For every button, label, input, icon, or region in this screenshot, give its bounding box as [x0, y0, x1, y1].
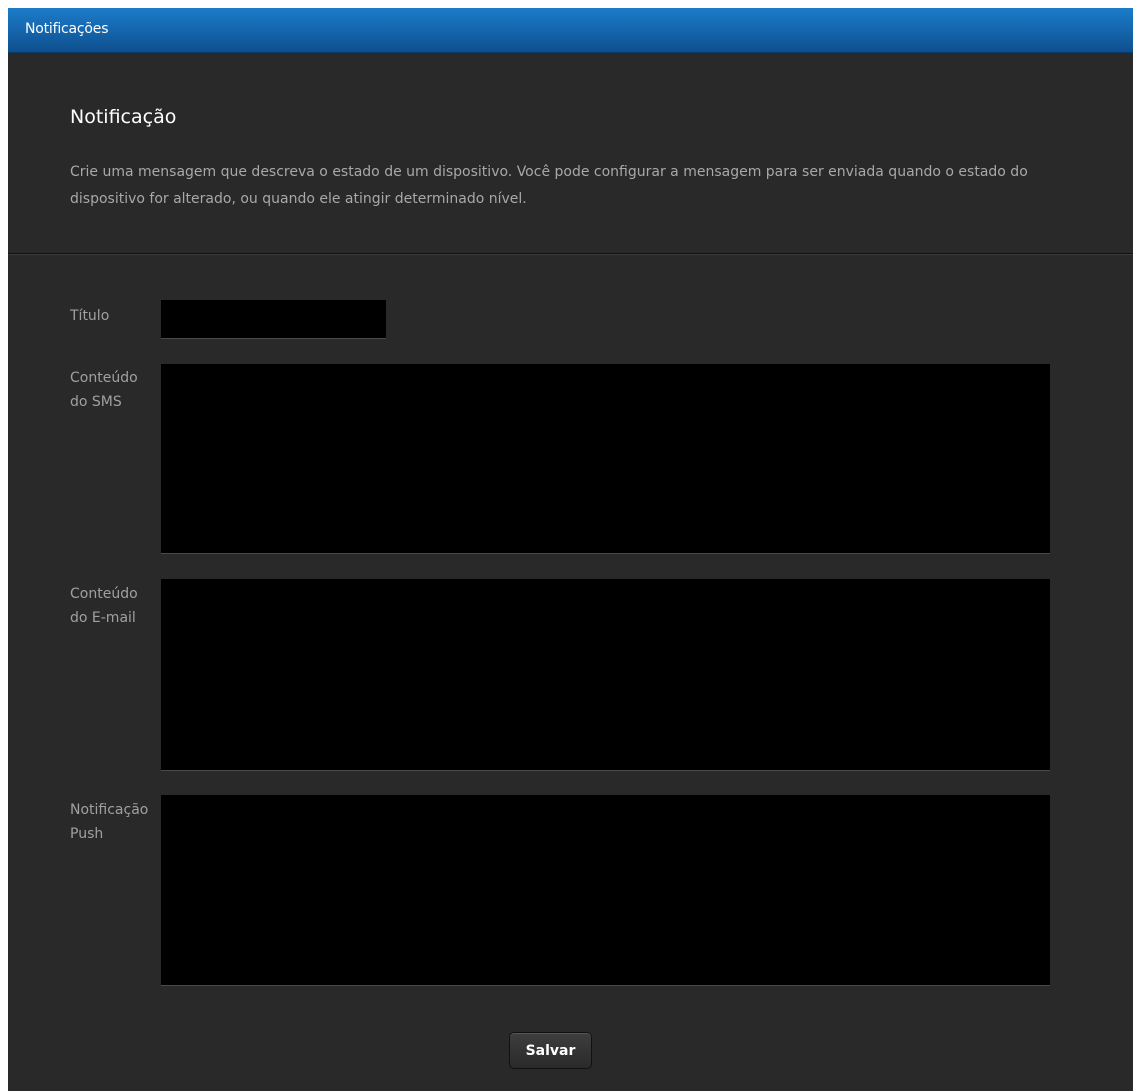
- sms-label: Conteúdo do SMS: [70, 366, 138, 414]
- push-label: Notificação Push: [70, 798, 148, 846]
- section-heading: Notificação: [70, 106, 177, 128]
- email-label: Conteúdo do E-mail: [70, 582, 138, 630]
- email-label-line2: do E-mail: [70, 610, 136, 626]
- sms-label-line2: do SMS: [70, 394, 122, 410]
- sms-label-line1: Conteúdo: [70, 370, 138, 386]
- section-description: Crie uma mensagem que descreva o estado …: [70, 164, 1028, 207]
- email-label-line1: Conteúdo: [70, 586, 138, 602]
- sms-content-textarea[interactable]: [161, 364, 1050, 554]
- push-label-line1: Notificação: [70, 802, 149, 818]
- window-title: Notificações: [25, 21, 109, 37]
- notifications-window: Notificações Notificação Crie uma mensag…: [8, 8, 1133, 1091]
- title-label: Título: [70, 308, 110, 324]
- email-content-textarea[interactable]: [161, 579, 1050, 771]
- push-notification-textarea[interactable]: [161, 795, 1050, 986]
- push-label-line2: Push: [70, 826, 104, 842]
- title-bar: Notificações: [8, 8, 1133, 53]
- title-input[interactable]: [161, 300, 386, 339]
- save-button[interactable]: Salvar: [509, 1032, 592, 1069]
- header-section: Notificação Crie uma mensagem que descre…: [8, 53, 1133, 254]
